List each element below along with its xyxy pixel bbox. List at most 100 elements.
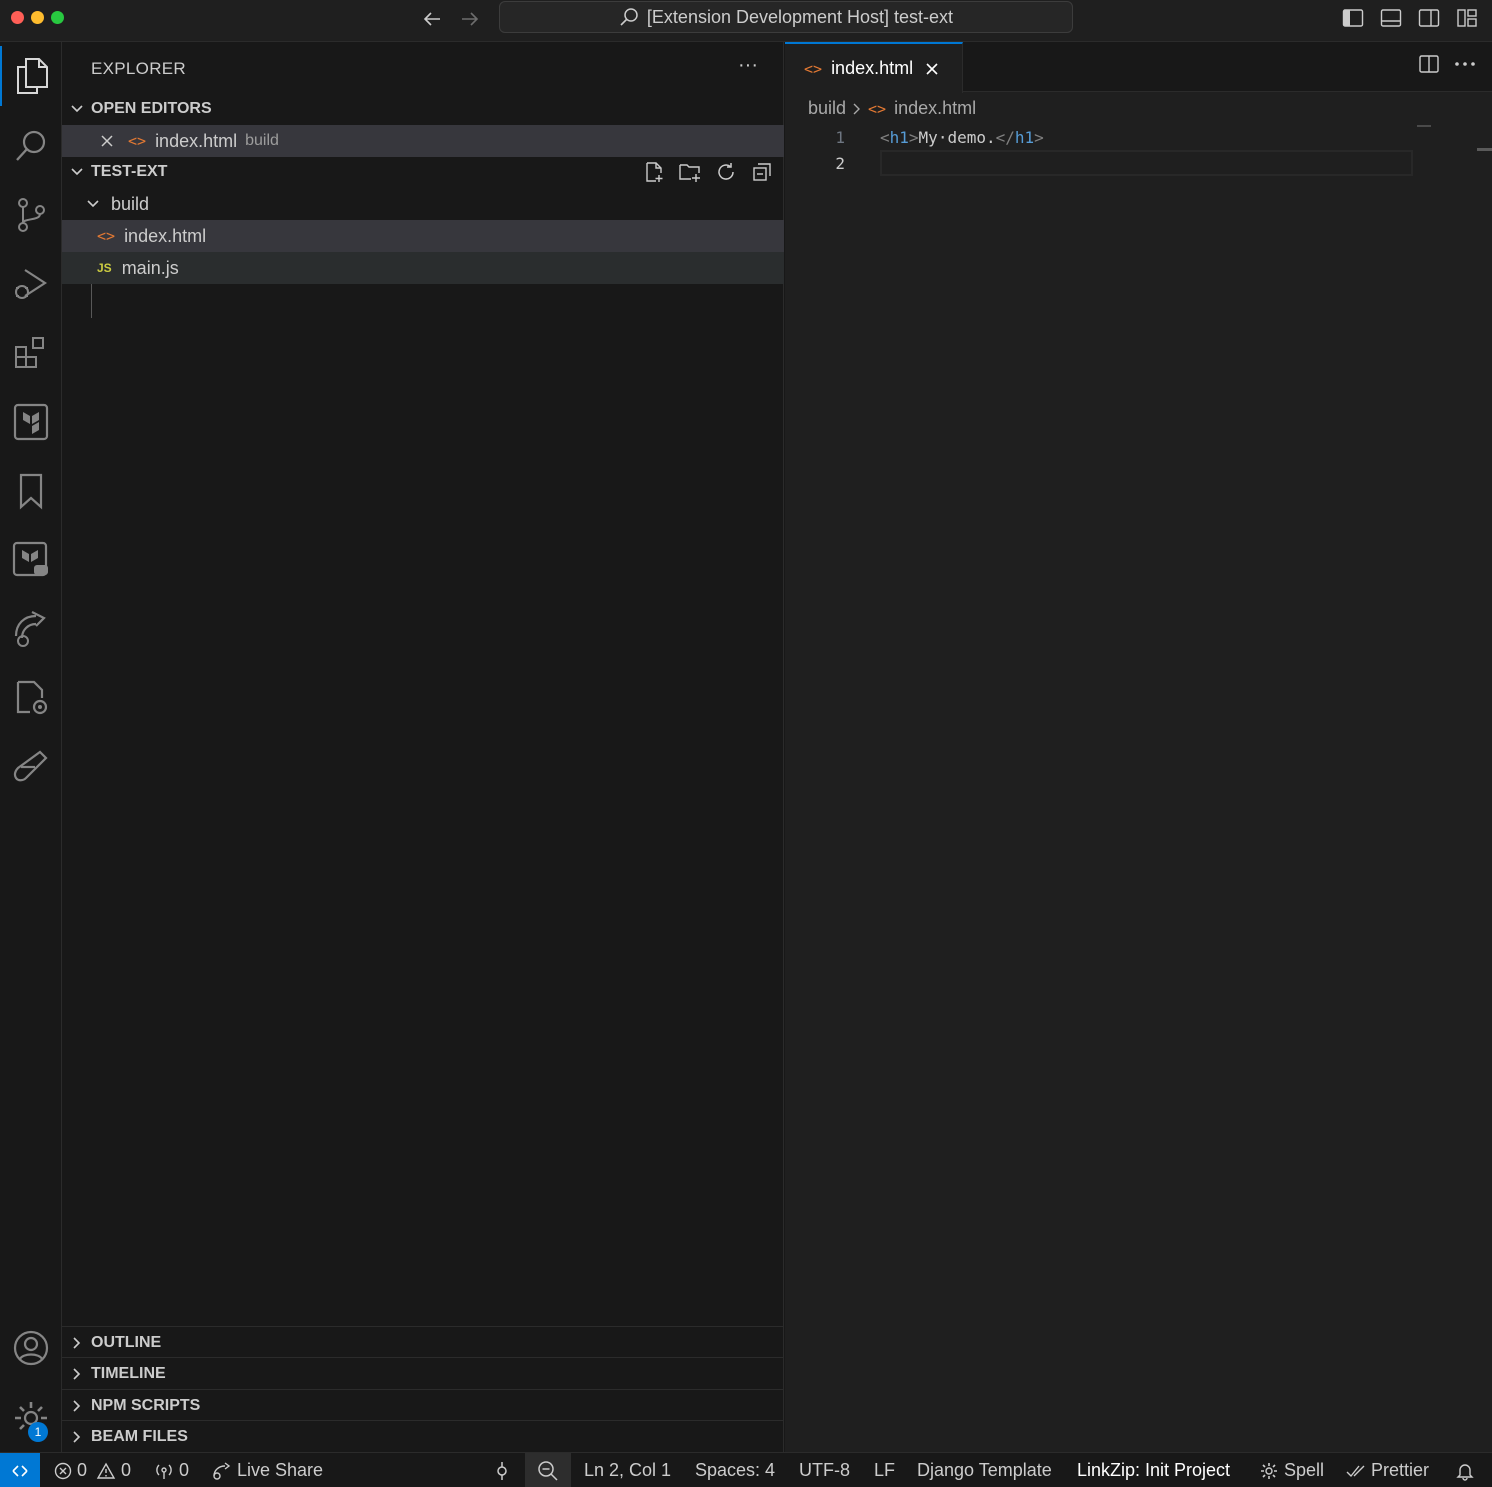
notifications-button[interactable] <box>1455 1453 1475 1487</box>
breadcrumb-folder[interactable]: build <box>808 98 846 119</box>
tag-punctuation: < <box>880 128 890 147</box>
command-center[interactable]: [Extension Development Host] test-ext <box>499 1 1073 33</box>
toggle-secondary-sidebar-button[interactable] <box>1416 5 1442 31</box>
window-title: [Extension Development Host] test-ext <box>646 6 954 27</box>
linkzip-button[interactable]: LinkZip: Init Project <box>1077 1453 1230 1487</box>
activity-settings-sync[interactable] <box>0 668 62 728</box>
npm-scripts-section[interactable]: NPM SCRIPTS <box>62 1389 784 1421</box>
close-tab-button[interactable] <box>925 62 939 76</box>
ellipsis-icon <box>1455 62 1475 66</box>
tab-index-html[interactable]: <> index.html <box>785 42 963 93</box>
chevron-down-icon <box>62 167 91 177</box>
language-mode-selector[interactable]: Django Template <box>917 1453 1052 1487</box>
go-back-button[interactable] <box>419 6 445 32</box>
encoding-selector[interactable]: UTF-8 <box>799 1453 850 1487</box>
activity-accounts[interactable] <box>0 1318 62 1378</box>
problems-indicator[interactable]: 0 0 <box>54 1453 131 1487</box>
open-editors-label: OPEN EDITORS <box>91 100 212 117</box>
live-share-button[interactable]: Live Share <box>212 1453 323 1487</box>
terraform-icon <box>13 403 49 441</box>
activity-source-control[interactable] <box>0 185 62 245</box>
new-file-button[interactable] <box>642 160 666 184</box>
layout-controls <box>1340 5 1480 31</box>
extensions-icon <box>15 337 44 368</box>
editor-actions <box>1418 54 1476 74</box>
split-editor-icon <box>1419 55 1439 73</box>
search-icon <box>16 130 46 161</box>
eol-selector[interactable]: LF <box>874 1453 895 1487</box>
error-count: 0 <box>77 1460 88 1480</box>
activity-run-debug[interactable] <box>0 254 62 314</box>
html-file-icon: <> <box>804 59 823 78</box>
maximize-window-button[interactable] <box>51 11 64 24</box>
folder-build[interactable]: build <box>62 188 784 220</box>
beam-files-section[interactable]: BEAM FILES <box>62 1420 784 1452</box>
remote-icon <box>12 1464 28 1477</box>
ports-indicator[interactable]: 0 <box>154 1453 189 1487</box>
code-text: My·demo. <box>918 128 996 147</box>
close-window-button[interactable] <box>11 11 24 24</box>
new-folder-button[interactable] <box>678 160 702 184</box>
toggle-panel-button[interactable] <box>1378 5 1404 31</box>
activity-terraform[interactable] <box>0 392 62 452</box>
activity-search[interactable] <box>0 116 62 176</box>
sidebar-title: EXPLORER <box>91 59 186 78</box>
remote-indicator-button[interactable] <box>0 1453 40 1487</box>
prettier-button[interactable]: Prettier <box>1346 1453 1429 1487</box>
js-file-icon: JS <box>97 261 112 275</box>
workspace-header[interactable]: TEST-EXT <box>62 156 784 188</box>
minimap[interactable] <box>1417 125 1431 127</box>
activity-terraform-cloud[interactable] <box>0 530 62 590</box>
ports-count: 0 <box>179 1460 190 1480</box>
collapse-all-button[interactable] <box>750 160 774 184</box>
layout-icon <box>1457 9 1477 27</box>
cursor-position[interactable]: Ln 2, Col 1 <box>584 1453 671 1487</box>
warning-icon <box>96 1462 116 1479</box>
activity-remote-explorer[interactable] <box>0 599 62 659</box>
activity-extensions[interactable] <box>0 323 62 383</box>
indentation-selector[interactable]: Spaces: 4 <box>695 1453 775 1487</box>
section-label: TIMELINE <box>91 1364 166 1382</box>
customize-layout-button[interactable] <box>1454 5 1480 31</box>
more-actions-button[interactable] <box>1454 61 1476 67</box>
git-commit-indicator[interactable] <box>492 1453 512 1487</box>
open-editors-header[interactable]: OPEN EDITORS <box>62 93 784 125</box>
terraform-cloud-icon <box>12 541 48 577</box>
bookmark-icon <box>19 473 43 510</box>
outline-section[interactable]: OUTLINE <box>62 1326 784 1358</box>
live-share-label: Live Share <box>237 1460 324 1480</box>
explorer-sidebar: EXPLORER ··· OPEN EDITORS <> index.html … <box>62 42 784 1452</box>
open-editor-item[interactable]: <> index.html build <box>62 125 784 157</box>
explorer-more-actions-button[interactable]: ··· <box>738 54 758 77</box>
toggle-primary-sidebar-button[interactable] <box>1340 5 1366 31</box>
go-forward-button[interactable] <box>457 6 483 32</box>
activity-testing[interactable] <box>0 737 62 797</box>
split-editor-button[interactable] <box>1418 54 1440 74</box>
double-check-icon <box>1346 1465 1365 1477</box>
activity-bar: 1 <box>0 42 62 1452</box>
chevron-down-icon <box>62 104 91 114</box>
timeline-section[interactable]: TIMELINE <box>62 1357 784 1389</box>
tab-label: index.html <box>831 58 914 78</box>
section-label: OUTLINE <box>91 1333 162 1351</box>
file-item-main-js[interactable]: JS main.js <box>62 252 784 284</box>
minimize-window-button[interactable] <box>31 11 44 24</box>
activity-bookmarks[interactable] <box>0 461 62 521</box>
zoom-indicator[interactable] <box>525 1453 571 1487</box>
run-debug-icon <box>15 269 48 299</box>
scrollbar-marker <box>1477 148 1492 151</box>
chevron-right-icon <box>852 102 862 116</box>
file-item-index-html[interactable]: <> index.html <box>62 220 784 252</box>
zoom-out-icon <box>538 1460 558 1481</box>
close-icon[interactable] <box>100 134 114 148</box>
arrow-left-icon <box>423 12 440 26</box>
file-name: index.html <box>124 225 207 246</box>
activity-manage[interactable]: 1 <box>0 1388 62 1448</box>
activity-explorer[interactable] <box>0 46 62 106</box>
refresh-button[interactable] <box>714 160 738 184</box>
warning-count: 0 <box>121 1460 132 1480</box>
spell-button[interactable]: Spell <box>1259 1453 1324 1487</box>
gear-document-icon <box>16 680 48 715</box>
breadcrumb-file[interactable]: index.html <box>894 98 976 119</box>
html-file-icon: <> <box>868 99 887 118</box>
